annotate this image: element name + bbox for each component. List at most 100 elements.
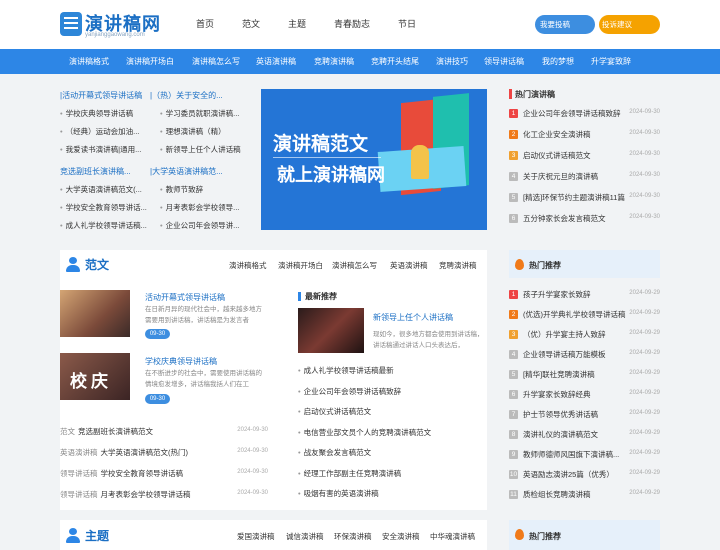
hot-recommend-row[interactable]: 8 演讲礼仪的演讲稿范文 2024-09-29 xyxy=(509,429,660,441)
hot-speech-row[interactable]: 5 [精选]环保节约主题演讲稿11篇 2024-09-30 xyxy=(509,192,660,204)
suggest-button[interactable]: 投诉建议 xyxy=(599,15,660,34)
hot-recommend-title[interactable]: 演讲礼仪的演讲稿范文 xyxy=(523,429,598,440)
hot-recommend-title[interactable]: (优选)开学典礼学校领导讲话稿 xyxy=(523,309,626,320)
list-item[interactable]: 学校庆典领导讲话稿 xyxy=(60,108,158,119)
hot-speech-row[interactable]: 1 企业公司年会领导讲话稿致辞 2024-09-30 xyxy=(509,108,660,120)
banner-image[interactable]: 演讲稿范文 就上演讲稿网 xyxy=(261,89,487,230)
cat-link[interactable]: 英语演讲稿 xyxy=(256,56,296,67)
cat-link[interactable]: 领导讲话稿 xyxy=(484,56,524,67)
hot-speech-title[interactable]: 关于庆祝元旦的演讲稿 xyxy=(523,171,598,182)
hot-recommend-title[interactable]: 企业领导讲话稿万能模板 xyxy=(523,349,606,360)
recommend-list-item[interactable]: 企业公司年会领导讲话稿致辞 xyxy=(298,386,402,397)
recommend-list-item[interactable]: 经理工作部副主任竞聘演讲稿 xyxy=(298,468,402,479)
list-item[interactable]: 学习委员就职演讲稿... xyxy=(160,108,252,119)
list-item[interactable]: 企业公司年会领导讲... xyxy=(160,220,252,231)
cat-link[interactable]: 我的梦想 xyxy=(542,56,574,67)
article-category[interactable]: 范文 xyxy=(60,427,75,436)
article-row-title[interactable]: 大学英语演讲稿范文(热门) xyxy=(101,448,189,457)
recommend-list-item[interactable]: 成人礼学校领导讲话稿最新 xyxy=(298,365,394,376)
article-row-text[interactable]: 领导讲话稿 学校安全教育领导讲话稿 xyxy=(60,468,183,479)
section-tab[interactable]: 安全演讲稿 xyxy=(382,531,420,542)
section-tab[interactable]: 诚信演讲稿 xyxy=(286,531,324,542)
article-row-text[interactable]: 英语演讲稿 大学英语演讲稿范文(热门) xyxy=(60,447,188,458)
list-heading[interactable]: |（热）关于安全的... xyxy=(150,90,223,101)
article-row-title[interactable]: 学校安全教育领导讲话稿 xyxy=(101,469,184,478)
recommend-list-item[interactable]: 吸烟有害的英语演讲稿 xyxy=(298,488,379,499)
hot-recommend-title[interactable]: 升学宴家长致辞经典 xyxy=(523,389,591,400)
cat-link[interactable]: 演讲稿开场白 xyxy=(126,56,174,67)
section-tab[interactable]: 环保演讲稿 xyxy=(334,531,372,542)
submit-button[interactable]: 我要投稿 xyxy=(535,15,595,34)
hot-speech-row[interactable]: 6 五分钟家长会发言稿范文 2024-09-30 xyxy=(509,213,660,225)
nav-zhuti[interactable]: 主题 xyxy=(288,17,306,30)
hot-recommend-row[interactable]: 11 质检组长竞聘演讲稿 2024-09-29 xyxy=(509,489,660,501)
hot-speech-row[interactable]: 4 关于庆祝元旦的演讲稿 2024-09-30 xyxy=(509,171,660,183)
site-logo[interactable]: 演讲稿网 yanjianggaowang.com xyxy=(60,10,160,40)
recommend-thumbnail[interactable] xyxy=(298,308,364,353)
section-tab[interactable]: 中华魂演讲稿 xyxy=(430,531,475,542)
article-category[interactable]: 领导讲话稿 xyxy=(60,490,98,499)
hot-speech-row[interactable]: 3 启动仪式讲话稿范文 2024-09-30 xyxy=(509,150,660,162)
list-item[interactable]: （经典）运动会加油... xyxy=(60,126,158,137)
hot-speech-title[interactable]: 化工企业安全演讲稿 xyxy=(523,129,591,140)
nav-qingchun[interactable]: 青春励志 xyxy=(334,17,370,30)
recommend-list-item[interactable]: 启动仪式讲话稿范文 xyxy=(298,406,372,417)
list-item[interactable]: 学校安全教育领导讲话... xyxy=(60,202,158,213)
hot-recommend-title[interactable]: [精华]联社竞聘演讲稿 xyxy=(523,369,595,380)
cat-link[interactable]: 演讲稿格式 xyxy=(69,56,109,67)
list-item[interactable]: 新领导上任个人讲话稿 xyxy=(160,144,252,155)
nav-jieri[interactable]: 节日 xyxy=(398,17,416,30)
article-row[interactable]: 英语演讲稿 大学英语演讲稿范文(热门) 2024-09-30 xyxy=(60,447,268,459)
hot-recommend-title[interactable]: 教师师德师风国旗下演讲稿... xyxy=(523,449,619,460)
recommend-article-title[interactable]: 新领导上任个人讲话稿 xyxy=(373,312,453,323)
section-tab[interactable]: 演讲稿开场白 xyxy=(278,260,323,271)
cat-link[interactable]: 竞聘开头结尾 xyxy=(371,56,419,67)
article-thumbnail[interactable]: 校庆 xyxy=(60,353,130,400)
cat-link[interactable]: 演讲稿怎么写 xyxy=(192,56,240,67)
hot-recommend-title[interactable]: 孩子升学宴家长致辞 xyxy=(523,289,591,300)
article-title[interactable]: 学校庆典领导讲话稿 xyxy=(145,356,217,367)
hot-recommend-row[interactable]: 9 教师师德师风国旗下演讲稿... 2024-09-29 xyxy=(509,449,660,461)
section-tab[interactable]: 演讲稿怎么写 xyxy=(332,260,377,271)
article-thumbnail[interactable] xyxy=(60,290,130,337)
article-row[interactable]: 领导讲话稿 学校安全教育领导讲话稿 2024-09-30 xyxy=(60,468,268,480)
list-item[interactable]: 理想演讲稿（精） xyxy=(160,126,252,137)
hot-speech-title[interactable]: [精选]环保节约主题演讲稿11篇 xyxy=(523,192,625,203)
article-title[interactable]: 活动开幕式领导讲话稿 xyxy=(145,292,225,303)
article-row-title[interactable]: 竞选副班长演讲稿范文 xyxy=(78,427,153,436)
hot-recommend-title[interactable]: 质检组长竞聘演讲稿 xyxy=(523,489,591,500)
list-item[interactable]: 成人礼学校领导讲话稿... xyxy=(60,220,158,231)
section-tab[interactable]: 爱国演讲稿 xyxy=(237,531,275,542)
nav-home[interactable]: 首页 xyxy=(196,17,214,30)
article-category[interactable]: 领导讲话稿 xyxy=(60,469,98,478)
recommend-list-item[interactable]: 电信营业部文员个人的竞聘演讲稿范文 xyxy=(298,427,432,438)
article-row[interactable]: 领导讲话稿 月考表彰会学校领导讲话稿 2024-09-30 xyxy=(60,489,268,501)
list-heading[interactable]: |大学英语演讲稿范... xyxy=(150,166,223,177)
article-row-title[interactable]: 月考表彰会学校领导讲话稿 xyxy=(101,490,191,499)
hot-recommend-row[interactable]: 1 孩子升学宴家长致辞 2024-09-29 xyxy=(509,289,660,301)
hot-speech-title[interactable]: 启动仪式讲话稿范文 xyxy=(523,150,591,161)
nav-fanwen[interactable]: 范文 xyxy=(242,17,260,30)
hot-recommend-row[interactable]: 6 升学宴家长致辞经典 2024-09-29 xyxy=(509,389,660,401)
recommend-list-item[interactable]: 战友聚会发言稿范文 xyxy=(298,447,372,458)
hot-speech-row[interactable]: 2 化工企业安全演讲稿 2024-09-30 xyxy=(509,129,660,141)
cat-link[interactable]: 竞聘演讲稿 xyxy=(314,56,354,67)
list-item[interactable]: 我爱读书演讲稿|通用... xyxy=(60,144,158,155)
list-item[interactable]: 月考表彰会学校领导... xyxy=(160,202,252,213)
cat-link[interactable]: 升学宴致辞 xyxy=(591,56,631,67)
section-tab[interactable]: 竞聘演讲稿 xyxy=(439,260,477,271)
hot-recommend-row[interactable]: 7 护士节领导优秀讲话稿 2024-09-29 xyxy=(509,409,660,421)
section-tab[interactable]: 英语演讲稿 xyxy=(390,260,428,271)
list-item[interactable]: 教师节致辞 xyxy=(160,184,252,195)
article-row-text[interactable]: 领导讲话稿 月考表彰会学校领导讲话稿 xyxy=(60,489,191,500)
hot-recommend-row[interactable]: 2 (优选)开学典礼学校领导讲话稿 2024-09-29 xyxy=(509,309,660,321)
hot-recommend-row[interactable]: 10 英语励志演讲25篇（优秀） 2024-09-29 xyxy=(509,469,660,481)
list-item[interactable]: 大学英语演讲稿范文(... xyxy=(60,184,158,195)
hot-recommend-title[interactable]: 护士节领导优秀讲话稿 xyxy=(523,409,598,420)
hot-recommend-title[interactable]: （优）升学宴主持人致辞 xyxy=(523,329,606,340)
hot-recommend-title[interactable]: 英语励志演讲25篇（优秀） xyxy=(523,469,614,480)
list-heading[interactable]: 竞选副班长演讲稿... xyxy=(60,166,131,177)
hot-recommend-row[interactable]: 4 企业领导讲话稿万能模板 2024-09-29 xyxy=(509,349,660,361)
list-heading[interactable]: |活动开幕式领导讲话稿 xyxy=(60,90,142,101)
hot-recommend-row[interactable]: 3 （优）升学宴主持人致辞 2024-09-29 xyxy=(509,329,660,341)
